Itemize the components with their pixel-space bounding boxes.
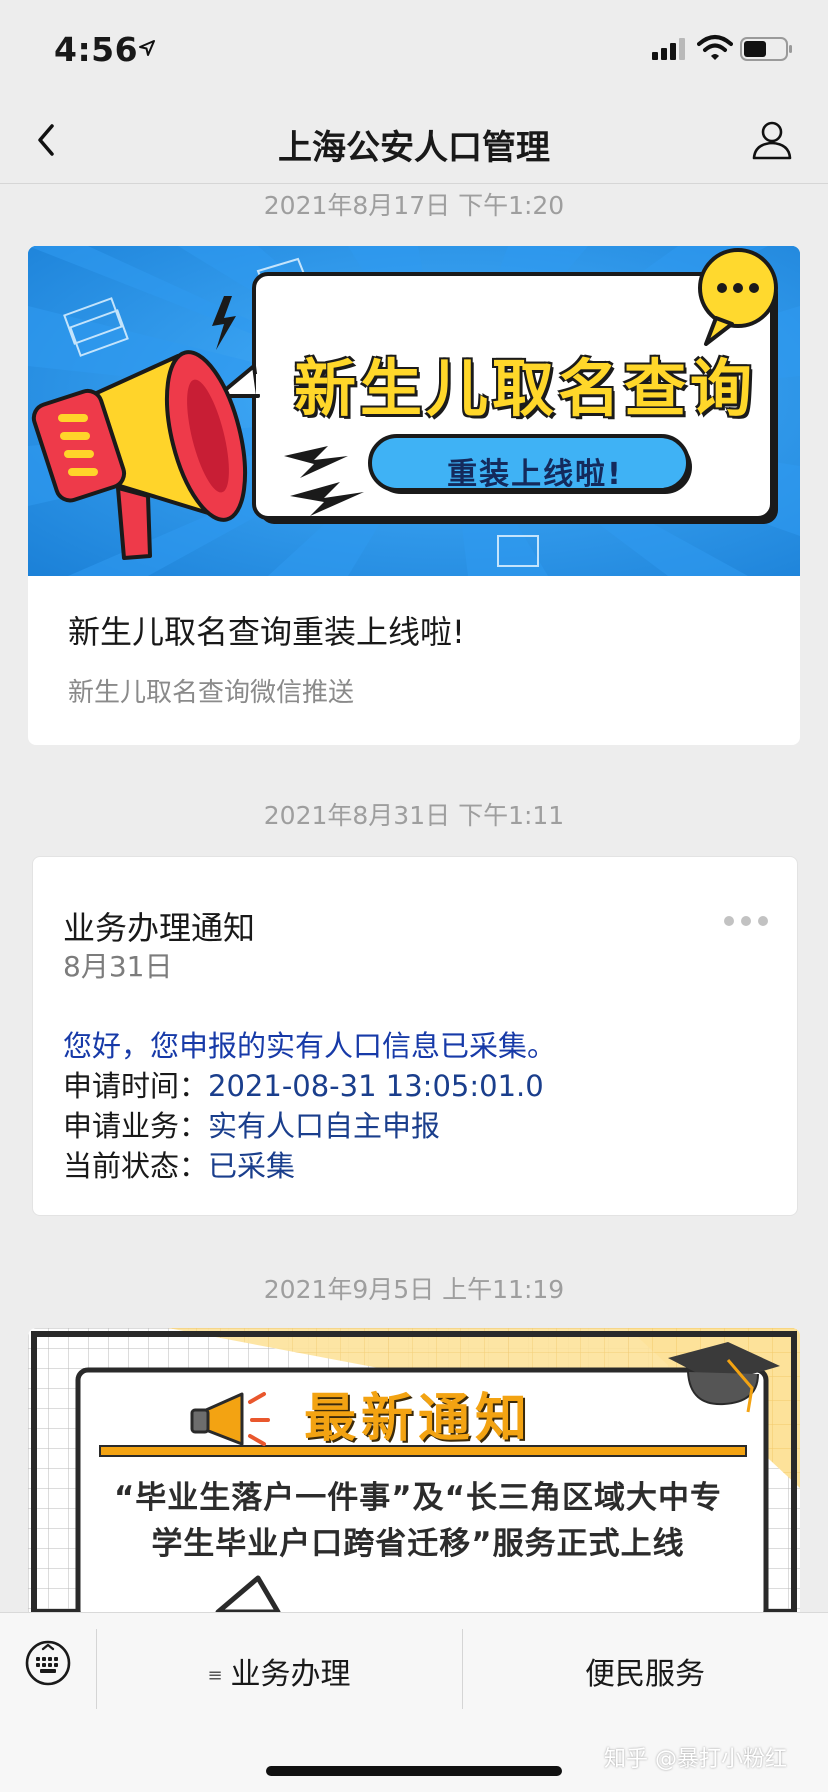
- banner-title: 最新通知: [304, 1389, 533, 1449]
- article-card[interactable]: 新生儿取名查询 重装上线啦! 新生儿取名查询重装上线啦! 新生儿取名查询微信推送: [28, 246, 800, 745]
- message-timestamp: 2021年8月17日 下午1:20: [263, 191, 565, 220]
- notice-date: 8月31日: [63, 950, 173, 983]
- nav-bar: 上海公安人口管理: [0, 96, 828, 184]
- menu-item-business[interactable]: ≡ 业务办理: [96, 1649, 462, 1693]
- wifi-icon: [697, 35, 733, 60]
- notice-row-status: 当前状态：已采集: [63, 1143, 295, 1185]
- menu-item-label: 业务办理: [230, 1657, 351, 1692]
- message-timestamp: 2021年9月5日 上午11:19: [263, 1275, 565, 1304]
- banner-title: 新生儿取名查询: [293, 352, 756, 425]
- watermark: 知乎 @暴打小粉红: [604, 1747, 787, 1772]
- submenu-list-icon: ≡: [207, 1665, 223, 1686]
- menu-item-label: 便民服务: [585, 1657, 705, 1692]
- notice-row-value: 已采集: [208, 1149, 296, 1183]
- location-arrow-icon: [139, 40, 155, 56]
- bottom-menu-bar: ≡ 业务办理 便民服务 知乎 @暴打小粉红: [0, 1612, 828, 1792]
- message-timestamp: 2021年8月31日 下午1:11: [263, 801, 565, 830]
- article-banner-image: 新生儿取名查询 重装上线啦!: [28, 246, 800, 576]
- keyboard-toggle-icon[interactable]: [24, 1639, 72, 1687]
- battery-icon: [740, 37, 792, 61]
- banner-line: “毕业生落户一件事”及“长三角区域大中专: [113, 1480, 723, 1516]
- cellular-signal-icon: [652, 38, 685, 60]
- home-indicator[interactable]: [266, 1766, 562, 1776]
- status-bar: 4:56: [0, 0, 828, 96]
- status-time: 4:56: [54, 30, 139, 69]
- notice-greeting: 您好，您申报的实有人口信息已采集。: [63, 1029, 557, 1063]
- template-notice-card[interactable]: 业务办理通知 8月31日 您好，您申报的实有人口信息已采集。 申请时间：2021…: [32, 856, 798, 1216]
- notice-row-value: 实有人口自主申报: [208, 1109, 441, 1143]
- article-banner-image-2[interactable]: 最新通知 “毕业生落户一件事”及“长三角区域大中专 学生毕业户口跨省迁移”服务正…: [28, 1328, 800, 1612]
- notice-row-apply-time: 申请时间：2021-08-31 13:05:01.0: [63, 1063, 544, 1105]
- profile-icon[interactable]: [748, 116, 796, 164]
- menu-item-services[interactable]: 便民服务: [462, 1649, 828, 1693]
- banner-illustration: [28, 1328, 800, 1612]
- more-options-icon[interactable]: [721, 911, 771, 931]
- article-subtitle: 新生儿取名查询微信推送: [68, 678, 355, 708]
- article-headline: 新生儿取名查询重装上线啦!: [68, 613, 465, 651]
- article-body: 新生儿取名查询重装上线啦! 新生儿取名查询微信推送: [28, 576, 800, 745]
- notice-row-value: 2021-08-31 13:05:01.0: [208, 1069, 544, 1103]
- banner-pill-text: 重装上线啦!: [447, 457, 623, 492]
- notice-title: 业务办理通知: [63, 909, 256, 947]
- notice-row-label: 申请时间：: [63, 1069, 209, 1103]
- notice-row-label: 申请业务：: [63, 1109, 209, 1143]
- banner-line: 学生毕业户口跨省迁移”服务正式上线: [151, 1526, 685, 1562]
- page-title: 上海公安人口管理: [278, 128, 550, 168]
- notice-row-business: 申请业务：实有人口自主申报: [63, 1103, 440, 1145]
- notice-row-label: 当前状态：: [63, 1149, 209, 1183]
